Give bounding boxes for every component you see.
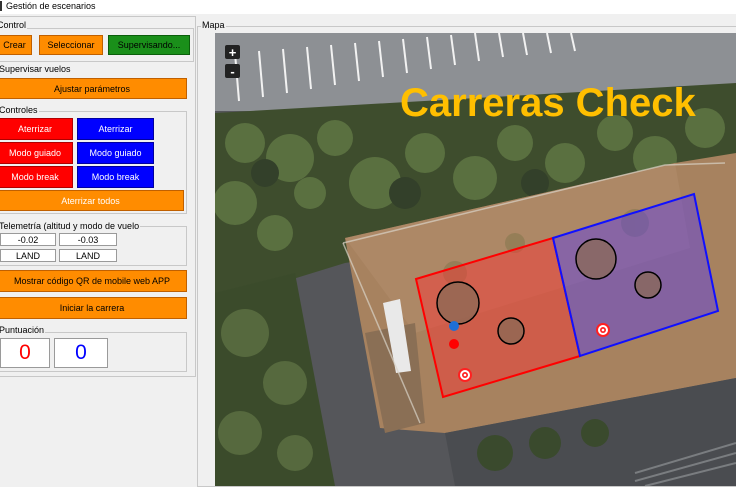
aterrizar-red-button[interactable]: Aterrizar xyxy=(0,118,73,140)
telemetria-label: Telemetría (altitud y modo de vuelo xyxy=(0,221,141,231)
blue-altitude-value: -0.03 xyxy=(59,233,117,246)
seleccionar-button[interactable]: Seleccionar xyxy=(39,35,103,55)
app-icon xyxy=(0,1,4,11)
supervisando-button[interactable]: Supervisando... xyxy=(108,35,190,55)
blue-score: 0 xyxy=(54,338,108,368)
map-view[interactable]: + - Carreras Check xyxy=(215,33,736,486)
modo-guiado-red-button[interactable]: Modo guiado xyxy=(0,142,73,164)
modo-break-red-button[interactable]: Modo break xyxy=(0,166,73,188)
window-title: Gestión de escenarios xyxy=(6,1,96,11)
map-overlay-title: Carreras Check xyxy=(400,81,696,125)
aterrizar-blue-button[interactable]: Aterrizar xyxy=(77,118,154,140)
aterrizar-todos-button[interactable]: Aterrizar todos xyxy=(0,190,184,211)
controles-label: Controles xyxy=(0,105,39,115)
red-flight-mode-value: LAND xyxy=(0,249,56,262)
iniciar-carrera-button[interactable]: Iniciar la carrera xyxy=(0,297,187,319)
blue-flight-mode-value: LAND xyxy=(59,249,117,262)
modo-break-blue-button[interactable]: Modo break xyxy=(77,166,154,188)
crear-button[interactable]: Crear xyxy=(0,35,32,55)
supervisar-label: Supervisar vuelos xyxy=(0,64,72,74)
zoom-in-button[interactable]: + xyxy=(225,45,240,60)
modo-guiado-blue-button[interactable]: Modo guiado xyxy=(77,142,154,164)
red-score: 0 xyxy=(0,338,50,368)
control-group-label: Control xyxy=(0,20,28,30)
mapa-label: Mapa xyxy=(201,20,226,30)
title-bar: Gestión de escenarios xyxy=(0,0,736,14)
puntuacion-label: Puntuación xyxy=(0,325,46,335)
red-altitude-value: -0.02 xyxy=(0,233,56,246)
zoom-out-button[interactable]: - xyxy=(225,64,240,79)
mostrar-qr-button[interactable]: Mostrar código QR de mobile web APP xyxy=(0,270,187,292)
ajustar-parametros-button[interactable]: Ajustar parámetros xyxy=(0,78,187,99)
